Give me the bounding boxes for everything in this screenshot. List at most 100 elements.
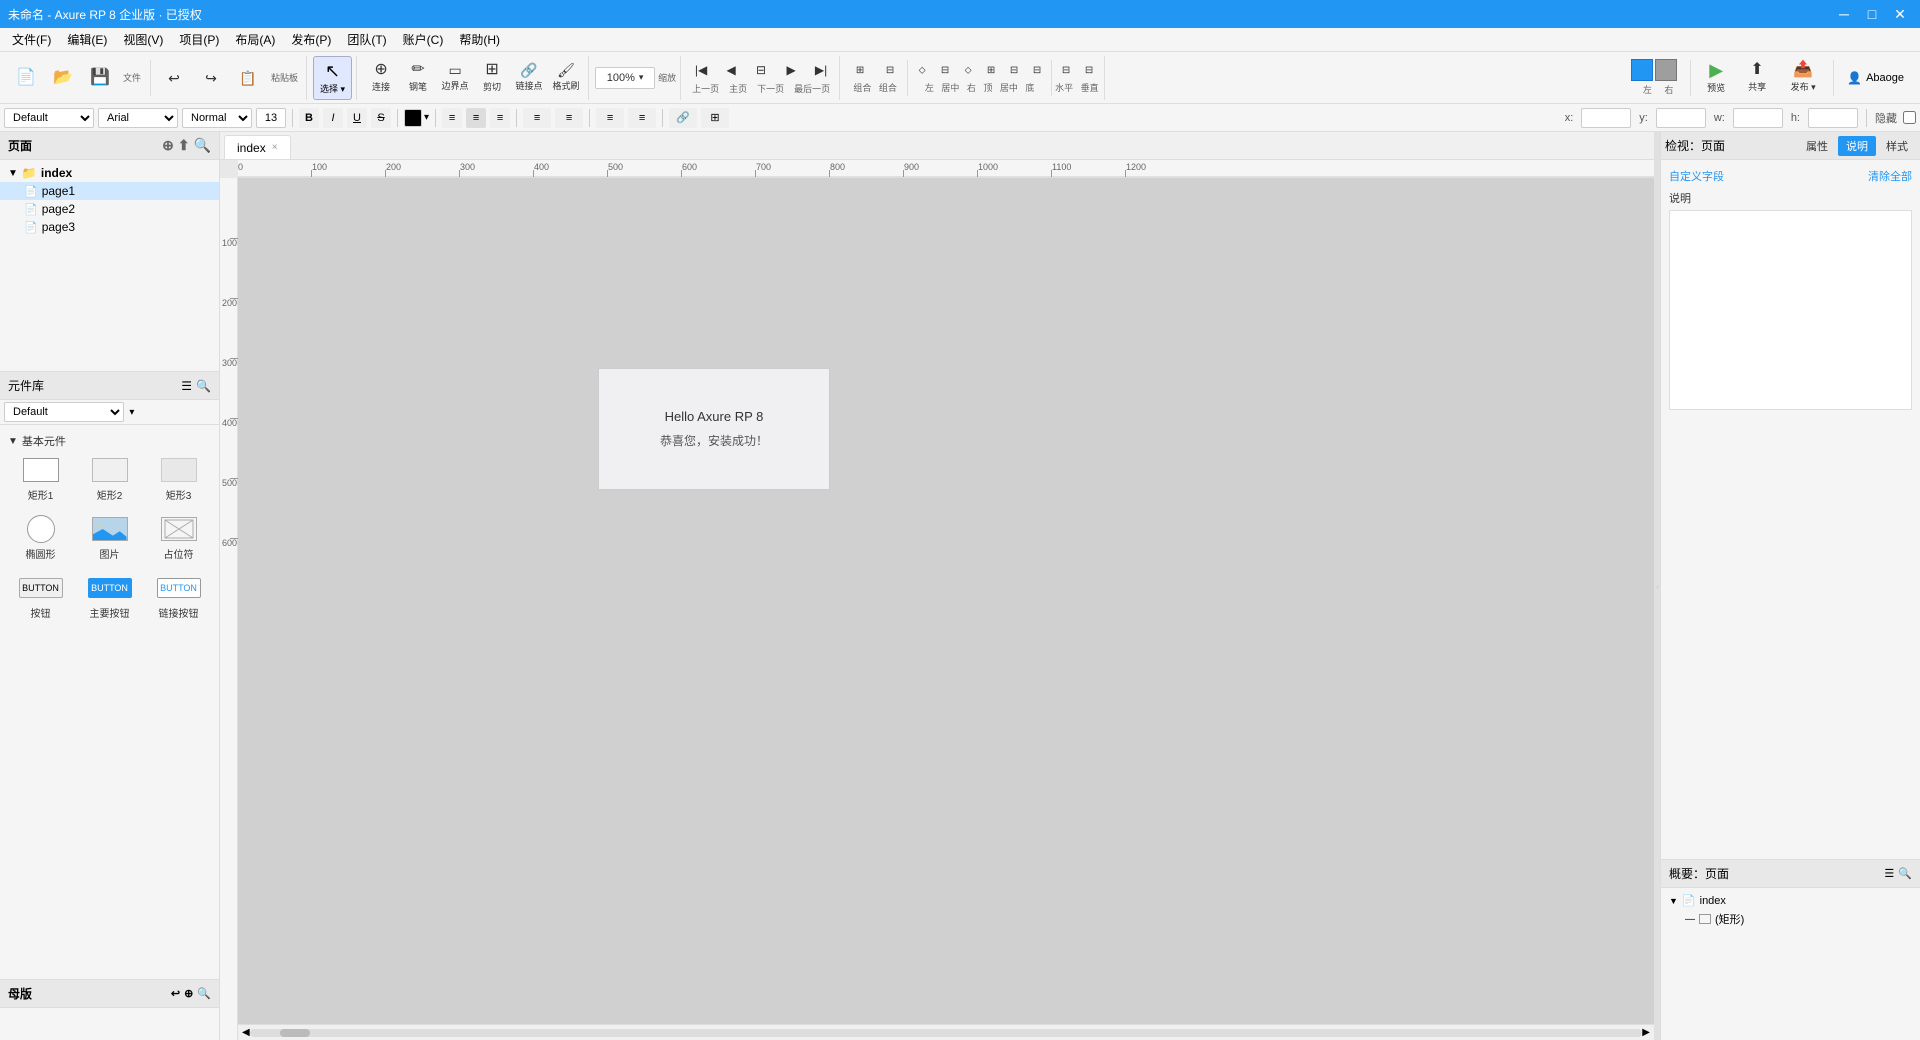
font-color-dropdown[interactable]: ▾: [424, 112, 429, 123]
menu-help[interactable]: 帮助(H): [451, 29, 508, 50]
pen-button[interactable]: ✏ 钢笔: [400, 58, 436, 98]
page-prev-button[interactable]: ◀: [717, 60, 745, 80]
open-button[interactable]: 📂: [45, 58, 81, 98]
menu-team[interactable]: 团队(T): [339, 29, 394, 50]
font-size-input[interactable]: [256, 108, 286, 128]
canvas-scrollbar-thumb[interactable]: [280, 1029, 310, 1037]
components-search-icon[interactable]: 🔍: [196, 379, 211, 393]
masters-add-icon[interactable]: ⊕: [184, 987, 193, 1000]
numbered-list-button[interactable]: ≡: [555, 108, 583, 128]
masters-search-icon[interactable]: 🔍: [197, 987, 211, 1000]
font-color-button[interactable]: [404, 109, 422, 127]
clear-all-button[interactable]: 清除全部: [1868, 168, 1912, 184]
components-menu-icon[interactable]: ☰: [181, 379, 192, 393]
align-center-text-button[interactable]: ≡: [466, 108, 486, 128]
w-input[interactable]: [1733, 108, 1783, 128]
comp-placeholder[interactable]: 占位符: [146, 510, 211, 565]
align-right-text-button[interactable]: ≡: [490, 108, 510, 128]
comp-rect2[interactable]: 矩形2: [77, 451, 142, 506]
hide-checkbox[interactable]: [1903, 111, 1916, 124]
h-distribute-button[interactable]: ⊟: [1055, 61, 1077, 79]
italic-button[interactable]: I: [323, 108, 343, 128]
menu-layout[interactable]: 布局(A): [227, 29, 283, 50]
share-button[interactable]: ⬆ 共享: [1737, 58, 1777, 98]
maximize-button[interactable]: □: [1860, 4, 1884, 24]
comp-link-button[interactable]: BUTTON 链接按钮: [146, 569, 211, 624]
comp-circle[interactable]: 椭圆形: [8, 510, 73, 565]
custom-field-label[interactable]: 自定义字段: [1669, 168, 1724, 184]
v-distribute-button[interactable]: ⊟: [1078, 61, 1100, 79]
ungroup-button[interactable]: ⊟: [876, 62, 904, 80]
comp-rect3[interactable]: 矩形3: [146, 451, 211, 506]
components-library-select[interactable]: Default: [4, 402, 124, 422]
indent-increase-button[interactable]: ≡: [596, 108, 624, 128]
page-item-page2[interactable]: 📄 page2: [0, 200, 219, 218]
color-swatch-2[interactable]: [1655, 59, 1677, 81]
comp-button[interactable]: BUTTON 按钮: [8, 569, 73, 624]
menu-publish[interactable]: 发布(P): [283, 29, 339, 50]
tab-properties[interactable]: 属性: [1798, 136, 1836, 156]
color-swatch-1[interactable]: [1631, 59, 1653, 81]
menu-edit[interactable]: 编辑(E): [59, 29, 115, 50]
align-middle-button[interactable]: ⊟: [1003, 61, 1025, 79]
page-home-button[interactable]: ⊟: [747, 60, 775, 80]
page-last-button[interactable]: ▶|: [807, 60, 835, 80]
align-left-text-button[interactable]: ≡: [442, 108, 462, 128]
menu-file[interactable]: 文件(F): [4, 29, 59, 50]
comp-rect1[interactable]: 矩形1: [8, 451, 73, 506]
user-account[interactable]: 👤 Abaoge: [1839, 71, 1912, 85]
menu-project[interactable]: 项目(P): [171, 29, 227, 50]
align-center-h-button[interactable]: ⊟: [934, 61, 956, 79]
crop-button[interactable]: ⊞ 剪切: [474, 58, 510, 98]
minimize-button[interactable]: ─: [1832, 4, 1856, 24]
align-left-button[interactable]: ⬦: [911, 61, 933, 79]
pages-search-icon[interactable]: 🔍: [194, 137, 211, 154]
pages-import-icon[interactable]: ⬆: [178, 137, 190, 154]
indent-decrease-button[interactable]: ≡: [628, 108, 656, 128]
preview-button[interactable]: ▶ 预览: [1696, 58, 1736, 98]
pages-add-icon[interactable]: ⊕: [162, 137, 174, 154]
page-item-page3[interactable]: 📄 page3: [0, 218, 219, 236]
publish-button[interactable]: 📤 发布 ▾: [1778, 58, 1828, 98]
border-button[interactable]: ▭ 边界点: [437, 58, 473, 98]
link-button[interactable]: 🔗 链接点: [511, 58, 547, 98]
link-text-button[interactable]: 🔗: [669, 108, 697, 128]
tab-close-button[interactable]: ×: [272, 142, 278, 153]
bullet-list-button[interactable]: ≡: [523, 108, 551, 128]
weight-select[interactable]: Normal: [182, 108, 252, 128]
align-bottom-button[interactable]: ⊟: [1026, 61, 1048, 79]
page-next-button[interactable]: ▶: [777, 60, 805, 80]
copy-button[interactable]: 📋: [230, 58, 266, 98]
zoom-select[interactable]: 100% ▾: [595, 67, 655, 89]
outline-item-rect[interactable]: — (矩形): [1685, 909, 1912, 929]
connect-button[interactable]: ⊕ 连接: [363, 58, 399, 98]
underline-button[interactable]: U: [347, 108, 367, 128]
notes-textarea[interactable]: [1669, 210, 1912, 410]
y-input[interactable]: [1656, 108, 1706, 128]
comp-image[interactable]: 图片: [77, 510, 142, 565]
strikethrough-button[interactable]: S: [371, 108, 391, 128]
scroll-left-icon[interactable]: ◀: [242, 1027, 250, 1038]
page-item-page1[interactable]: 📄 page1: [0, 182, 219, 200]
outline-search-icon[interactable]: 🔍: [1898, 867, 1912, 880]
x-input[interactable]: [1581, 108, 1631, 128]
redo-button[interactable]: ↪: [193, 58, 229, 98]
format-brush-button[interactable]: 🖌 格式刷: [548, 58, 584, 98]
canvas-bottom-scrollbar[interactable]: ◀ ▶: [238, 1024, 1654, 1040]
bold-button[interactable]: B: [299, 108, 319, 128]
outline-filter-icon[interactable]: ☰: [1884, 867, 1894, 880]
comp-primary-button[interactable]: BUTTON 主要按钮: [77, 569, 142, 624]
font-select[interactable]: Arial: [98, 108, 178, 128]
page-first-button[interactable]: |◀: [687, 60, 715, 80]
align-top-button[interactable]: ⊞: [980, 61, 1002, 79]
components-library-dropdown-icon[interactable]: ▾: [129, 407, 134, 418]
masters-undo-icon[interactable]: ↩: [171, 987, 180, 1000]
canvas-page-widget[interactable]: Hello Axure RP 8 恭喜您，安装成功！: [598, 368, 830, 490]
menu-account[interactable]: 账户(C): [395, 29, 452, 50]
save-button[interactable]: 💾: [82, 58, 118, 98]
menu-view[interactable]: 视图(V): [115, 29, 171, 50]
text-more-button[interactable]: ⊞: [701, 108, 729, 128]
tab-styles[interactable]: 样式: [1878, 136, 1916, 156]
undo-button[interactable]: ↩: [156, 58, 192, 98]
new-button[interactable]: 📄: [8, 58, 44, 98]
